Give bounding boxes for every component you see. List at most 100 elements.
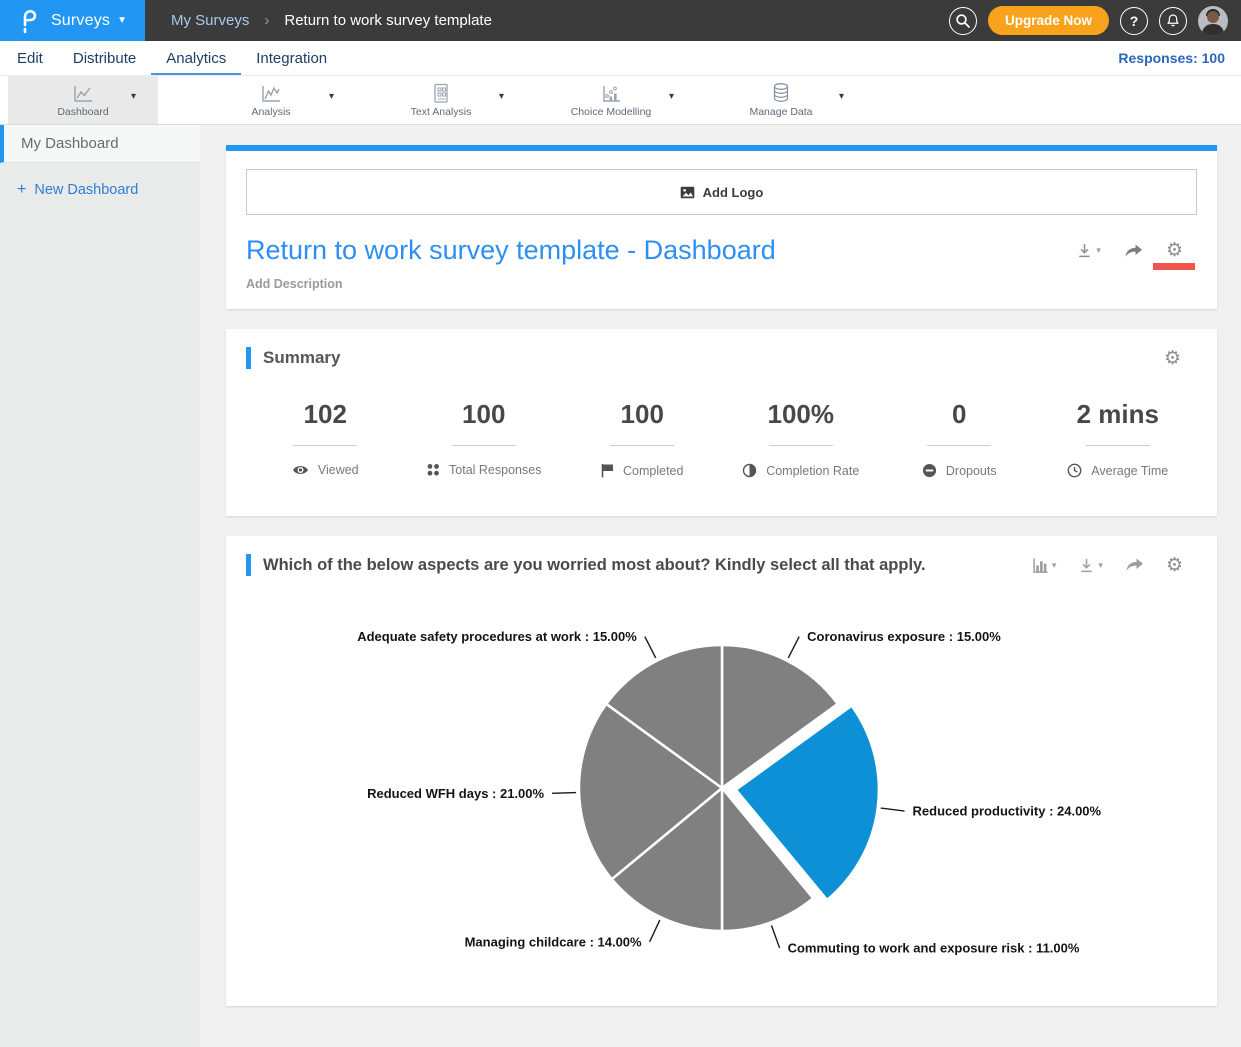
stat-completion-rate: 100% Completion Rate	[722, 399, 881, 478]
breadcrumb-separator: ›	[264, 12, 269, 29]
toolbar-text-analysis-label: Text Analysis	[411, 106, 472, 118]
download-button[interactable]: ▾	[1076, 242, 1101, 259]
stat-label: Viewed	[318, 463, 359, 477]
pie-leader-line	[881, 808, 905, 811]
image-icon	[680, 186, 695, 199]
add-description-field[interactable]: Add Description	[246, 277, 1197, 291]
stat-viewed: 102 Viewed	[246, 399, 405, 478]
tab-edit[interactable]: Edit	[2, 42, 58, 75]
help-button[interactable]: ?	[1120, 7, 1148, 35]
pie-label-3: Managing childcare : 14.00%	[465, 934, 642, 949]
line-chart-icon	[72, 82, 94, 104]
chevron-down-icon[interactable]: ▾	[329, 91, 334, 102]
toolbar-manage-data-label: Manage Data	[749, 106, 812, 118]
share-button[interactable]	[1125, 557, 1144, 573]
top-navbar: Surveys ▼ My Surveys › Return to work su…	[0, 0, 1241, 41]
accent-bar	[246, 554, 251, 576]
toolbar-choice-modelling[interactable]: Choice Modelling ▾	[526, 76, 696, 124]
clock-icon	[1067, 463, 1082, 478]
pie-leader-line	[645, 637, 656, 658]
scatter-chart-icon	[600, 82, 622, 104]
add-logo-button[interactable]: Add Logo	[246, 169, 1197, 215]
share-icon	[1125, 557, 1144, 573]
pie-label-5: Adequate safety procedures at work : 15.…	[357, 629, 637, 644]
stat-value: 102	[304, 399, 347, 430]
dashboard-title[interactable]: Return to work survey template - Dashboa…	[246, 235, 776, 266]
new-dashboard-label: New Dashboard	[34, 182, 138, 198]
pie-leader-line	[771, 925, 779, 948]
question-actions: ▾ ▾ ⚙	[1032, 556, 1183, 575]
sidebar-item-label: My Dashboard	[21, 135, 119, 152]
divider	[293, 445, 357, 446]
chevron-down-icon[interactable]: ▾	[839, 91, 844, 102]
document-grid-icon	[432, 82, 450, 104]
chevron-down-icon: ▾	[1098, 560, 1103, 571]
pie-label-4: Reduced WFH days : 21.00%	[367, 786, 544, 801]
pie-label-1: Reduced productivity : 24.00%	[913, 804, 1102, 819]
chevron-down-icon[interactable]: ▾	[499, 91, 504, 102]
settings-button[interactable]: ⚙	[1166, 556, 1183, 575]
dashboard-sidebar: My Dashboard + New Dashboard	[0, 125, 200, 1047]
tab-analytics[interactable]: Analytics	[151, 42, 241, 75]
toolbar-dashboard-label: Dashboard	[57, 106, 108, 118]
question-mark-icon: ?	[1130, 13, 1139, 29]
chevron-down-icon[interactable]: ▾	[131, 91, 136, 102]
stat-label: Total Responses	[449, 463, 541, 477]
tab-distribute[interactable]: Distribute	[58, 42, 151, 75]
breadcrumb-current: Return to work survey template	[284, 12, 492, 29]
toolbar-analysis[interactable]: Analysis ▾	[186, 76, 356, 124]
stat-value: 0	[952, 399, 966, 430]
gear-icon: ⚙	[1166, 556, 1183, 575]
summary-settings-button[interactable]: ⚙	[1164, 349, 1181, 368]
share-button[interactable]	[1124, 243, 1143, 259]
pie-leader-line	[650, 920, 660, 942]
summary-title: Summary	[263, 348, 340, 368]
trend-chart-icon	[260, 82, 282, 104]
summary-stats: 102 Viewed 100	[246, 399, 1197, 478]
database-icon	[771, 82, 791, 104]
stat-value: 100%	[768, 399, 835, 430]
chevron-down-icon: ▼	[117, 15, 127, 26]
toolbar-analysis-label: Analysis	[251, 106, 290, 118]
chevron-down-icon[interactable]: ▾	[669, 91, 674, 102]
stat-dropouts: 0 Dropouts	[880, 399, 1039, 478]
flag-icon	[601, 463, 614, 478]
search-button[interactable]	[949, 7, 977, 35]
toolbar-manage-data[interactable]: Manage Data ▾	[696, 76, 866, 124]
responses-count[interactable]: Responses: 100	[1118, 50, 1225, 66]
stat-label: Dropouts	[946, 464, 997, 478]
toolbar-dashboard[interactable]: Dashboard ▾	[8, 76, 158, 124]
toolbar-text-analysis[interactable]: Text Analysis ▾	[356, 76, 526, 124]
pie-chart: Coronavirus exposure : 15.00%Reduced pro…	[246, 590, 1197, 994]
divider	[1086, 445, 1150, 446]
app-logo[interactable]: Surveys ▼	[0, 0, 145, 41]
upgrade-now-button[interactable]: Upgrade Now	[988, 6, 1109, 35]
stat-completed: 100 Completed	[563, 399, 722, 478]
download-button[interactable]: ▾	[1078, 557, 1103, 574]
divider	[927, 445, 991, 446]
tab-integration[interactable]: Integration	[241, 42, 342, 75]
new-dashboard-button[interactable]: + New Dashboard	[0, 163, 200, 199]
stat-label: Completion Rate	[766, 464, 859, 478]
download-icon	[1078, 557, 1095, 574]
survey-menu-bar: Edit Distribute Analytics Integration Re…	[0, 41, 1241, 76]
bell-icon	[1165, 13, 1181, 29]
breadcrumb-my-surveys[interactable]: My Surveys	[171, 12, 249, 29]
user-avatar[interactable]	[1198, 6, 1228, 36]
bar-chart-icon	[1032, 557, 1049, 574]
product-name: Surveys	[51, 12, 110, 30]
divider	[610, 445, 674, 446]
analytics-toolbar: Dashboard ▾ Analysis ▾ Text Analysis ▾ C…	[0, 76, 1241, 125]
add-logo-label: Add Logo	[703, 185, 764, 200]
annotation-highlight	[1153, 263, 1195, 270]
stat-total-responses: 100 Total Responses	[405, 399, 564, 478]
questionpro-logo-icon	[18, 8, 42, 34]
dashboard-header-card: Add Logo Return to work survey template …	[226, 145, 1217, 309]
search-icon	[955, 13, 971, 29]
dots-grid-icon	[426, 463, 440, 477]
sidebar-item-my-dashboard[interactable]: My Dashboard	[0, 125, 200, 163]
chart-type-button[interactable]: ▾	[1032, 557, 1057, 574]
notifications-button[interactable]	[1159, 7, 1187, 35]
half-circle-icon	[742, 463, 757, 478]
settings-button[interactable]: ⚙	[1166, 241, 1183, 260]
